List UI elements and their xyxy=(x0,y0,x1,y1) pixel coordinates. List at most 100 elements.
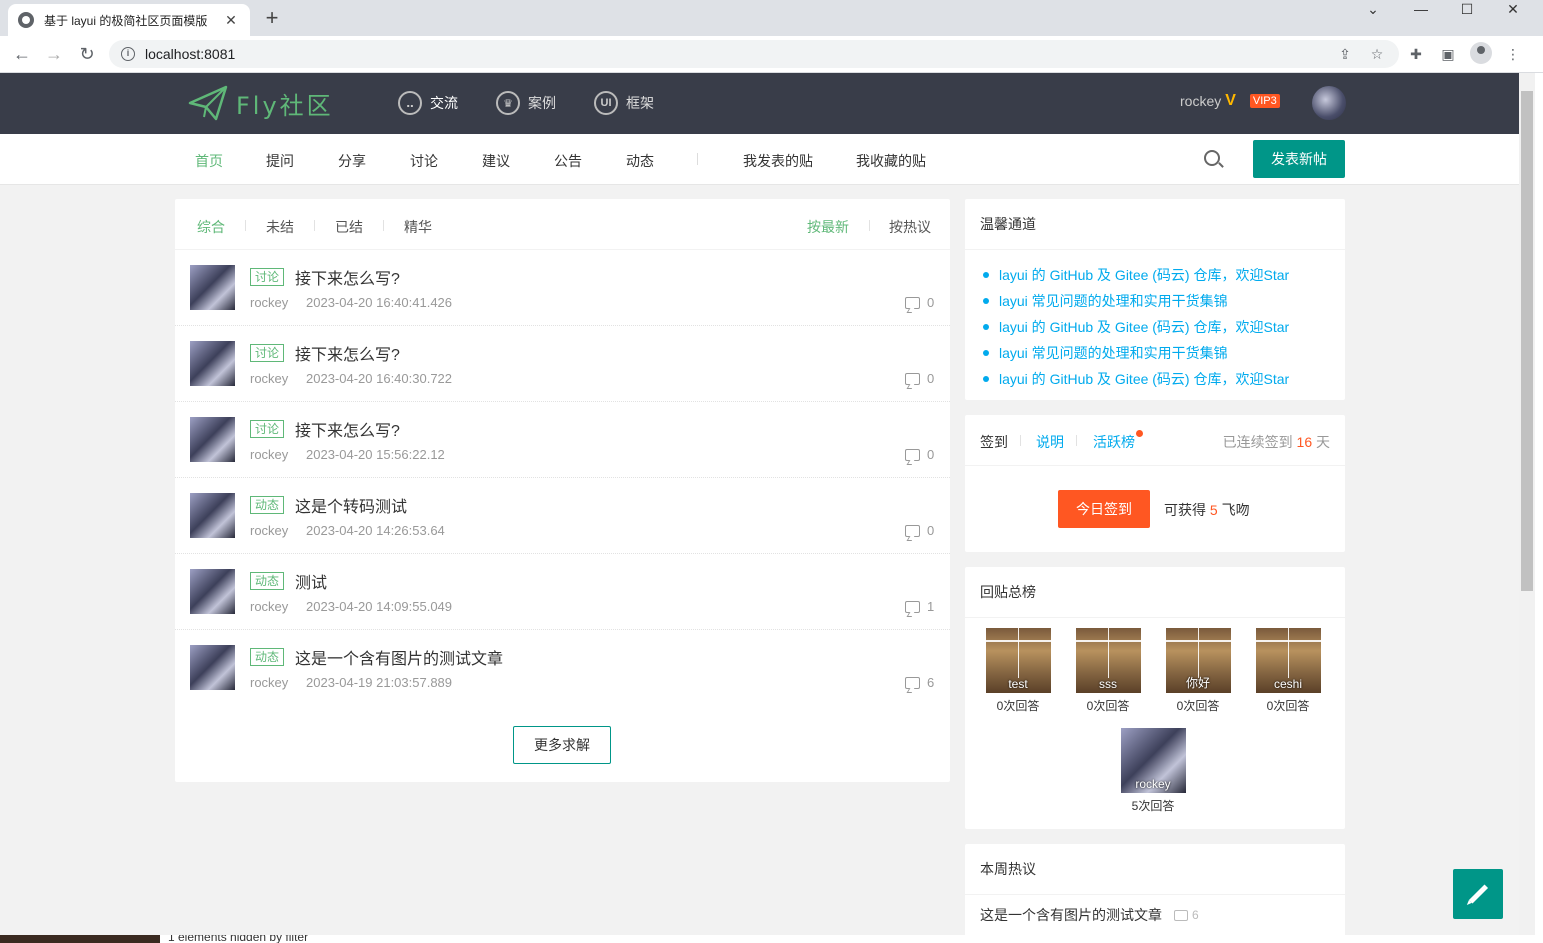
subnav-item-share[interactable]: 分享 xyxy=(338,151,366,171)
kebab-menu-icon[interactable]: ⋮ xyxy=(1503,44,1523,64)
avatar[interactable] xyxy=(190,493,235,538)
sign-in-button[interactable]: 今日签到 xyxy=(1058,490,1150,528)
search-icon[interactable] xyxy=(1204,150,1220,166)
nav-chat[interactable]: ‥ 交流 xyxy=(398,91,458,115)
filter-closed[interactable]: 已结 xyxy=(335,217,363,237)
rank-avatar[interactable]: rockey xyxy=(1120,728,1186,793)
reload-icon[interactable]: ↻ xyxy=(75,42,99,66)
rank-user[interactable]: sss 0次回答 xyxy=(1075,628,1141,714)
tab-description[interactable]: 说明 xyxy=(1036,432,1064,452)
username[interactable]: rockey xyxy=(1180,93,1221,109)
post-author[interactable]: rockey xyxy=(250,675,288,690)
rank-avatar[interactable]: ceshi xyxy=(1255,628,1321,693)
post-author[interactable]: rockey xyxy=(250,523,288,538)
filter-featured[interactable]: 精华 xyxy=(404,217,432,237)
forward-arrow-icon[interactable]: → xyxy=(42,42,66,66)
subnav-item-news[interactable]: 动态 xyxy=(626,151,654,171)
tab-sign-in[interactable]: 签到 xyxy=(980,432,1008,452)
rank-user[interactable]: 你好 0次回答 xyxy=(1165,628,1231,714)
post-author[interactable]: rockey xyxy=(250,371,288,386)
subnav-item-home[interactable]: 首页 xyxy=(195,151,223,171)
side-panel-icon[interactable]: ▣ xyxy=(1438,44,1458,64)
avatar[interactable] xyxy=(190,645,235,690)
nav-framework[interactable]: UI 框架 xyxy=(594,91,654,115)
filter-bar: 综合 未结 已结 精华 按最新 按热议 xyxy=(175,199,950,250)
rank-user[interactable]: rockey 5次回答 xyxy=(1120,728,1186,814)
sign-in-panel: 签到 说明 活跃榜 已连续签到 16 天 今日签到 可获得 5 飞吻 xyxy=(965,415,1345,552)
back-arrow-icon[interactable]: ← xyxy=(10,42,34,66)
rank-avatar[interactable]: 你好 xyxy=(1165,628,1231,693)
subnav-item-notice[interactable]: 公告 xyxy=(554,151,582,171)
status-bar-dark-segment xyxy=(0,935,160,943)
subnav-my-favorites[interactable]: 我收藏的贴 xyxy=(856,151,926,171)
avatar[interactable] xyxy=(190,265,235,310)
tab-close-icon[interactable]: ✕ xyxy=(222,12,240,29)
sign-streak: 已连续签到 16 天 xyxy=(1223,432,1330,452)
post-title[interactable]: 接下来怎么写? xyxy=(295,341,400,365)
comment-icon xyxy=(905,677,920,689)
filter-divider xyxy=(869,220,870,231)
tips-link[interactable]: layui 的 GitHub 及 Gitee (码云) 仓库，欢迎Star xyxy=(980,366,1330,392)
scrollbar-thumb[interactable] xyxy=(1521,91,1533,591)
rank-user[interactable]: ceshi 0次回答 xyxy=(1255,628,1321,714)
rank-user[interactable]: test 0次回答 xyxy=(985,628,1051,714)
pencil-icon xyxy=(1468,884,1488,904)
tab-active-rank[interactable]: 活跃榜 xyxy=(1093,432,1135,452)
subnav-item-suggest[interactable]: 建议 xyxy=(482,151,510,171)
post-author[interactable]: rockey xyxy=(250,599,288,614)
comment-icon xyxy=(905,449,920,461)
post-title[interactable]: 接下来怎么写? xyxy=(295,265,400,289)
subnav-my-posts[interactable]: 我发表的贴 xyxy=(743,151,813,171)
new-post-button[interactable]: 发表新帖 xyxy=(1253,140,1345,178)
post-author[interactable]: rockey xyxy=(250,295,288,310)
tab-search-icon[interactable]: ⌄ xyxy=(1350,0,1396,20)
tips-link[interactable]: layui 的 GitHub 及 Gitee (码云) 仓库，欢迎Star xyxy=(980,262,1330,288)
hot-item[interactable]: 这是一个含有图片的测试文章 6 xyxy=(980,905,1199,925)
subnav-item-ask[interactable]: 提问 xyxy=(266,151,294,171)
user-info[interactable]: rockey V VIP3 xyxy=(1180,92,1280,110)
sort-hottest[interactable]: 按热议 xyxy=(889,217,931,237)
site-info-icon[interactable]: i xyxy=(121,47,135,61)
filter-open[interactable]: 未结 xyxy=(266,217,294,237)
devtools-status-bar: 1 elements hidden by filter xyxy=(0,935,1543,943)
bookmark-star-icon[interactable]: ☆ xyxy=(1365,40,1389,68)
post-title[interactable]: 测试 xyxy=(295,569,327,593)
post-title[interactable]: 这是个转码测试 xyxy=(295,493,407,517)
tips-link[interactable]: layui 常见问题的处理和实用干货集锦 xyxy=(980,288,1330,314)
earn-prefix: 可获得 xyxy=(1164,502,1206,518)
new-tab-button[interactable]: + xyxy=(260,6,284,30)
post-author[interactable]: rockey xyxy=(250,447,288,462)
subnav-item-discuss[interactable]: 讨论 xyxy=(410,151,438,171)
avatar[interactable] xyxy=(1312,86,1346,120)
profile-avatar-icon[interactable] xyxy=(1470,42,1492,64)
filter-all[interactable]: 综合 xyxy=(197,217,225,237)
edit-pencil-button[interactable] xyxy=(1453,869,1503,919)
address-bar[interactable]: i localhost:8081 ⇪ ☆ xyxy=(109,40,1399,68)
sort-newest[interactable]: 按最新 xyxy=(807,217,849,237)
site-logo[interactable]: Fly社区 xyxy=(188,85,334,121)
avatar[interactable] xyxy=(190,341,235,386)
browser-tab[interactable]: 基于 layui 的极简社区页面模版 ✕ xyxy=(8,4,250,36)
comment-count: 0 xyxy=(927,523,935,538)
sign-in-header: 签到 说明 活跃榜 已连续签到 16 天 xyxy=(965,415,1345,466)
window-close-button[interactable]: ✕ xyxy=(1490,0,1536,20)
share-icon[interactable]: ⇪ xyxy=(1333,40,1357,68)
maximize-button[interactable]: ☐ xyxy=(1444,0,1490,20)
tips-link[interactable]: layui 常见问题的处理和实用干货集锦 xyxy=(980,340,1330,366)
avatar[interactable] xyxy=(190,569,235,614)
load-more-button[interactable]: 更多求解 xyxy=(513,726,611,764)
nav-cases[interactable]: ♛ 案例 xyxy=(496,91,556,115)
tips-link[interactable]: layui 的 GitHub 及 Gitee (码云) 仓库，欢迎Star xyxy=(980,314,1330,340)
extensions-puzzle-icon[interactable]: ✚ xyxy=(1406,44,1426,64)
page-scrollbar[interactable] xyxy=(1519,73,1535,935)
minimize-button[interactable]: — xyxy=(1398,0,1444,20)
status-text: 1 elements hidden by filter xyxy=(168,935,309,943)
rank-avatar[interactable]: test xyxy=(985,628,1051,693)
hot-title[interactable]: 这是一个含有图片的测试文章 xyxy=(980,905,1162,925)
post-title[interactable]: 接下来怎么写? xyxy=(295,417,400,441)
comment-count: 0 xyxy=(927,371,935,386)
post-title[interactable]: 这是一个含有图片的测试文章 xyxy=(295,645,503,669)
rank-avatar[interactable]: sss xyxy=(1075,628,1141,693)
weekly-hot-panel: 本周热议 这是一个含有图片的测试文章 6 xyxy=(965,844,1345,935)
avatar[interactable] xyxy=(190,417,235,462)
